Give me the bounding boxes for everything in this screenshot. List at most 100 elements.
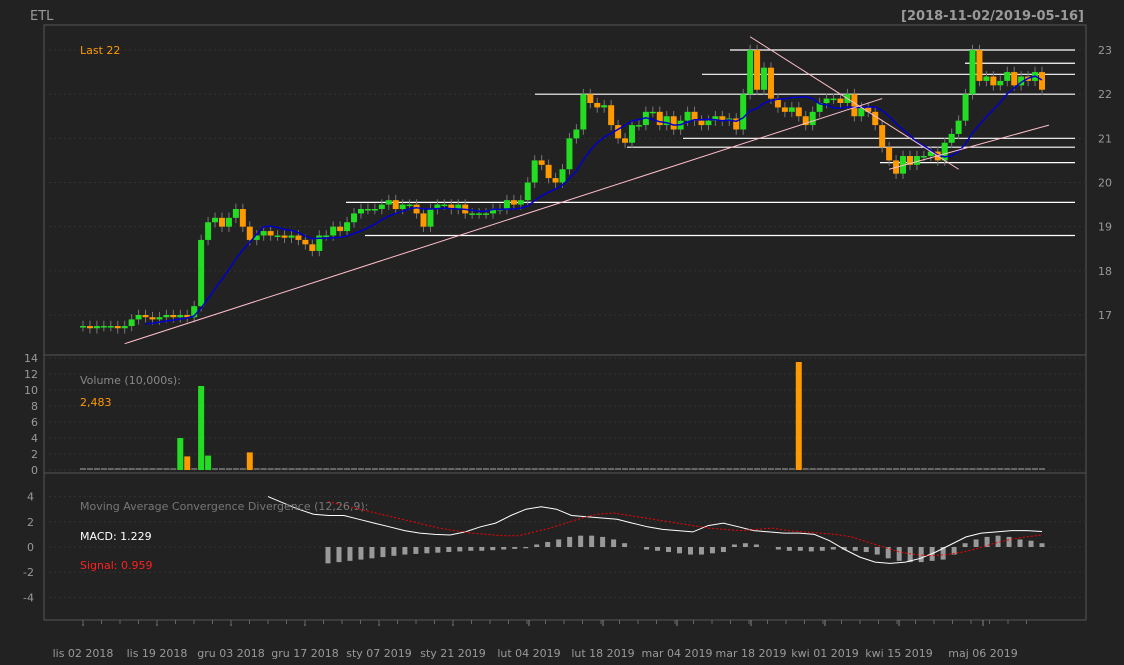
volume-bar bbox=[239, 468, 246, 470]
candle-body bbox=[156, 317, 163, 320]
volume-bar bbox=[823, 468, 830, 470]
volume-bar bbox=[121, 468, 128, 470]
candle-body bbox=[337, 226, 344, 232]
macd-histogram-bar bbox=[325, 547, 331, 564]
candle-body bbox=[274, 235, 281, 237]
candlesticks bbox=[80, 44, 1045, 334]
macd-histogram-bar bbox=[644, 547, 650, 550]
volume-bar bbox=[788, 468, 795, 470]
volume-bar bbox=[441, 468, 448, 470]
macd-tick-label: -2 bbox=[23, 566, 34, 579]
macd-histogram-bar bbox=[687, 547, 693, 555]
candle-body bbox=[100, 326, 107, 328]
volume-bar bbox=[142, 468, 149, 470]
macd-tick-label: -4 bbox=[23, 591, 34, 604]
volume-bar bbox=[288, 468, 295, 470]
volume-bar bbox=[976, 468, 983, 470]
price-tick-label: 22 bbox=[1098, 88, 1112, 101]
candle-body bbox=[420, 213, 427, 227]
volume-bar bbox=[761, 468, 768, 470]
candle-body bbox=[983, 76, 990, 81]
candle-body bbox=[559, 169, 566, 183]
x-tick-label: maj 06 2019 bbox=[948, 647, 1018, 660]
candle-body bbox=[476, 213, 483, 215]
macd-histogram-bar bbox=[797, 547, 803, 551]
volume-bar bbox=[100, 468, 107, 470]
candle-body bbox=[851, 94, 858, 117]
volume-bar bbox=[705, 468, 712, 470]
volume-bar bbox=[809, 468, 816, 470]
candle-body bbox=[594, 103, 601, 108]
candle-body bbox=[997, 80, 1004, 86]
candle-body bbox=[531, 160, 538, 183]
grid-lines bbox=[44, 49, 1086, 598]
volume-bar bbox=[997, 468, 1004, 470]
candle-body bbox=[823, 98, 830, 103]
macd-histogram-bar bbox=[819, 547, 825, 551]
candle-body bbox=[427, 209, 434, 227]
volume-bar bbox=[316, 468, 323, 470]
volume-bar bbox=[392, 468, 399, 470]
volume-bar bbox=[969, 468, 976, 470]
volume-bar bbox=[531, 468, 538, 470]
volume-bar bbox=[274, 468, 281, 470]
volume-bar bbox=[128, 468, 135, 470]
volume-bar bbox=[302, 468, 309, 470]
candle-body bbox=[705, 120, 712, 126]
volume-bar bbox=[733, 468, 740, 470]
macd-histogram-bar bbox=[962, 543, 968, 547]
macd-histogram-bar bbox=[742, 543, 748, 547]
candle-body bbox=[212, 217, 219, 223]
candle-body bbox=[135, 315, 142, 320]
volume-bar bbox=[934, 468, 941, 470]
macd-histogram-bar bbox=[490, 547, 496, 551]
macd-histogram-bar bbox=[896, 547, 902, 561]
macd-histogram-bar bbox=[446, 547, 452, 553]
candle-body bbox=[246, 226, 253, 240]
candle-body bbox=[260, 231, 267, 236]
candle-body bbox=[754, 50, 761, 90]
candle-body bbox=[288, 235, 295, 238]
candle-body bbox=[177, 315, 184, 318]
volume-bar bbox=[406, 468, 413, 470]
macd-histogram-bar bbox=[468, 547, 474, 551]
volume-bar bbox=[260, 468, 267, 470]
volume-bar bbox=[837, 468, 844, 470]
volume-bar bbox=[225, 468, 232, 470]
candle-body bbox=[323, 235, 330, 237]
candle-body bbox=[879, 125, 886, 148]
candle-body bbox=[239, 209, 246, 227]
ma-line bbox=[145, 75, 1043, 325]
volume-bar bbox=[93, 468, 100, 470]
x-tick-label: lis 02 2018 bbox=[53, 647, 114, 660]
candle-body bbox=[378, 204, 385, 209]
macd-histogram-bar bbox=[435, 547, 441, 553]
volume-last-value: 2,483 bbox=[80, 396, 112, 409]
x-tick-label: sty 07 2019 bbox=[346, 647, 412, 660]
volume-bar bbox=[601, 468, 608, 470]
volume-bar bbox=[469, 468, 476, 470]
volume-bar bbox=[587, 468, 594, 470]
volume-bar bbox=[448, 468, 455, 470]
chart-canvas: ETL [2018-11-02/2019-05-16] 171819202122… bbox=[23, 9, 1112, 660]
volume-bar bbox=[559, 468, 566, 470]
macd-histogram-bar bbox=[1017, 539, 1023, 547]
candle-body bbox=[225, 217, 232, 227]
macd-histogram-bar bbox=[852, 547, 858, 551]
volume-bar bbox=[615, 468, 622, 470]
volume-bar bbox=[754, 468, 761, 470]
volume-bar bbox=[524, 468, 531, 470]
macd-histogram-bar bbox=[622, 543, 628, 547]
volume-bar bbox=[948, 468, 955, 470]
candle-body bbox=[747, 50, 754, 95]
candle-body bbox=[121, 326, 128, 329]
volume-bar bbox=[781, 468, 788, 470]
candle-body bbox=[281, 235, 288, 238]
volume-bar bbox=[851, 468, 858, 470]
candle-body bbox=[698, 120, 705, 126]
volume-bar bbox=[893, 468, 900, 470]
volume-bar bbox=[865, 468, 872, 470]
volume-bar bbox=[726, 468, 733, 470]
volume-bar bbox=[622, 468, 629, 470]
volume-bar bbox=[663, 468, 670, 470]
